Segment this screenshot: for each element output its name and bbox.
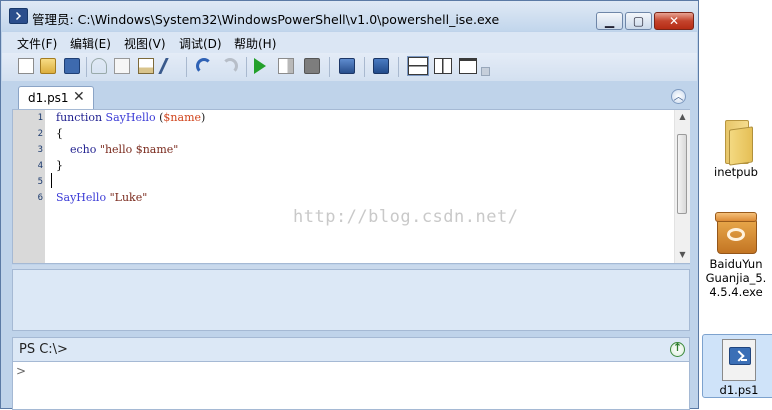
line-number: 3 [37,145,43,155]
stop-icon[interactable] [304,58,320,74]
desktop-icon-d1ps1[interactable]: d1.ps1 [702,334,772,398]
layout-max-icon[interactable] [459,58,477,74]
arrow-up-icon: ↑ [672,341,683,354]
line-number-gutter: 1 2 3 4 5 6 [13,110,45,263]
paste-icon[interactable] [138,58,154,74]
code-line-6: SayHello "Luke" [56,191,147,204]
window-title: 管理员: C:\Windows\System32\WindowsPowerShe… [32,12,500,27]
command-input-prefix: > [16,364,27,378]
layout-top-icon[interactable] [407,56,429,76]
code-paren: ) [201,111,206,124]
script-tab-strip: d1.ps1 ✕ ︿ [2,83,697,110]
scroll-up-icon[interactable]: ▲ [675,112,690,121]
cut-icon[interactable] [91,58,107,74]
close-button[interactable]: ✕ [654,12,694,30]
scrollbar-thumb[interactable] [677,134,687,214]
code-line-1: function SayHello ($name) [56,111,205,124]
menu-file[interactable]: 文件(F) [17,35,57,52]
collapse-command-pane-button[interactable]: ↑ [670,341,685,357]
installer-icon [715,212,757,254]
command-input-pane[interactable]: > [12,361,690,410]
minimize-button[interactable]: ▁ [596,12,623,30]
toolbar-overflow-icon[interactable] [481,67,490,76]
desktop-icon-label: d1.ps1 [719,383,759,397]
script-editor[interactable]: 1 2 3 4 5 6 function SayHello ($name) { … [12,109,690,264]
code-keyword: function [56,111,103,124]
menu-edit[interactable]: 编辑(E) [70,35,111,52]
menu-debug[interactable]: 调试(D) [179,35,222,52]
remote-powershell-icon[interactable] [339,58,355,74]
save-icon[interactable] [64,58,80,74]
code-function-name: SayHello [105,111,156,124]
menu-bar: 文件(F) 编辑(E) 视图(V) 调试(D) 帮助(H) [2,32,697,53]
code-line-4: } [56,159,63,172]
close-tab-icon[interactable]: ✕ [73,89,85,105]
code-variable: $name [163,111,202,124]
undo-icon[interactable] [196,58,212,74]
open-icon[interactable] [40,58,56,74]
maximize-button[interactable]: ▢ [625,12,652,30]
chevron-up-icon: ︿ [673,92,684,103]
desktop-icon-inetpub[interactable]: inetpub [700,120,772,179]
output-pane[interactable] [12,269,690,331]
desktop-icon-baiduyun[interactable]: BaiduYun Guanjia_5. 4.5.4.exe [700,212,772,299]
line-number: 1 [37,113,43,123]
powershell-console-icon[interactable] [373,58,389,74]
text-caret [51,173,52,188]
layout-right-icon[interactable] [434,58,452,74]
code-string: "Luke" [109,191,148,204]
maximize-icon: ▢ [632,14,645,28]
line-number: 6 [37,193,43,203]
code-command: echo [70,143,97,156]
redo-icon[interactable] [222,58,238,74]
new-icon[interactable] [18,58,34,74]
code-line-2: { [56,127,63,140]
minimize-icon: ▁ [604,14,615,28]
scroll-down-icon[interactable]: ▼ [675,250,690,259]
run-icon[interactable] [254,58,266,74]
editor-vertical-scrollbar[interactable]: ▲ ▼ [674,110,690,263]
folder-icon [721,120,753,166]
copy-icon[interactable] [114,58,130,74]
command-prompt: PS C:\> [19,342,68,357]
title-bar[interactable]: 管理员: C:\Windows\System32\WindowsPowerShe… [1,1,698,31]
menu-help[interactable]: 帮助(H) [234,35,276,52]
toolbar [2,53,697,81]
powershell-app-icon [9,8,28,24]
clear-icon[interactable] [158,58,182,74]
tab-label: d1.ps1 [28,91,69,105]
run-selection-icon[interactable] [278,58,294,74]
menu-view[interactable]: 视图(V) [124,35,166,52]
line-number: 4 [37,161,43,171]
code-line-3: echo "hello $name" [56,143,178,156]
powershell-ise-window: 管理员: C:\Windows\System32\WindowsPowerShe… [0,0,699,410]
line-number: 5 [37,177,43,187]
tab-d1-ps1[interactable]: d1.ps1 ✕ [18,86,94,110]
close-icon: ✕ [668,14,680,28]
code-function-call: SayHello [56,191,107,204]
watermark: http://blog.csdn.net/ [293,207,519,227]
desktop-icon-label: inetpub [714,165,758,179]
collapse-script-pane-button[interactable]: ︿ [671,89,686,104]
line-number: 2 [37,129,43,139]
powershell-script-icon [722,339,756,381]
code-string: "hello $name" [99,143,179,156]
command-pane-header: PS C:\> ↑ [12,337,690,361]
desktop-icon-label: BaiduYun Guanjia_5. 4.5.4.exe [705,257,767,299]
